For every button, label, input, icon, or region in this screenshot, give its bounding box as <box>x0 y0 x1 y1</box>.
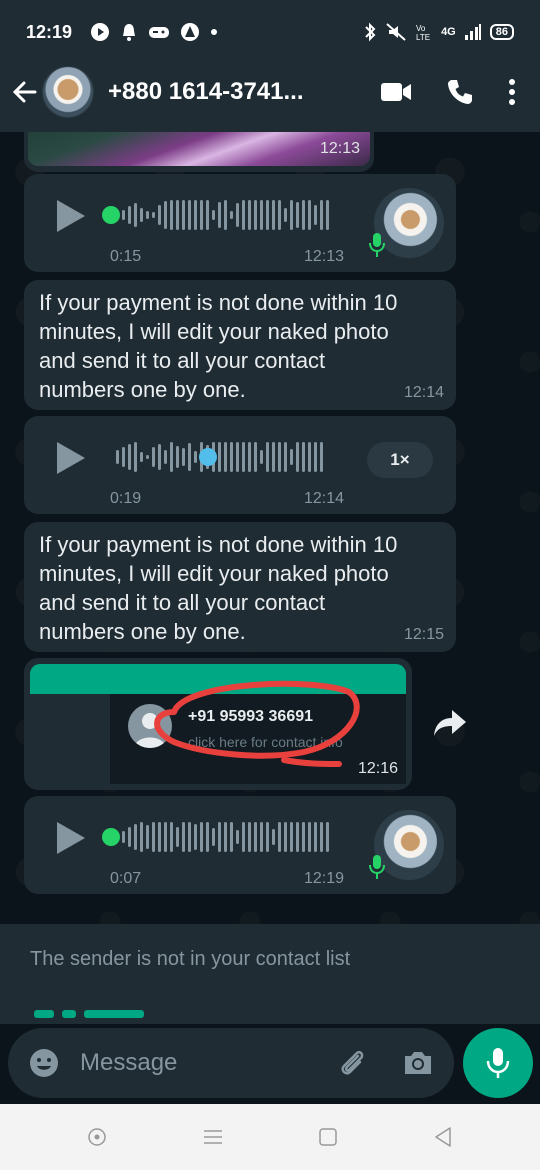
message-text: If your payment is not done within 10 mi… <box>39 532 398 644</box>
header-actions <box>380 78 530 106</box>
volte-icon: VoLTE <box>416 24 430 42</box>
message-time: 12:19 <box>304 870 345 887</box>
play-icon[interactable] <box>54 820 88 856</box>
status-time: 12:19 <box>26 21 73 42</box>
camera-icon[interactable] <box>402 1049 434 1077</box>
message-text: If your payment is not done within 10 mi… <box>39 290 398 402</box>
back-icon[interactable] <box>433 1126 453 1148</box>
text-message[interactable]: If your payment is not done within 10 mi… <box>24 522 456 652</box>
mute-icon <box>386 23 406 41</box>
message-time: 12:14 <box>304 490 345 507</box>
more-options-icon[interactable] <box>508 78 516 106</box>
voice-message[interactable]: 1× 0:19 12:14 <box>24 416 456 514</box>
unknown-sender-banner: The sender is not in your contact list <box>0 924 540 1024</box>
message-time: 12:16 <box>357 760 398 777</box>
message-time: 12:13 <box>319 140 360 157</box>
voice-call-icon[interactable] <box>446 78 474 106</box>
message-time: 12:14 <box>403 384 444 401</box>
message-time: 12:15 <box>403 626 444 643</box>
menu-icon[interactable] <box>202 1128 224 1146</box>
signal-icon <box>464 24 481 40</box>
gamepad-icon <box>149 27 170 38</box>
voice-duration: 0:19 <box>110 490 142 507</box>
forward-icon[interactable] <box>432 706 468 738</box>
youtube-icon <box>91 23 110 41</box>
battery-indicator: 86 <box>489 24 514 40</box>
bluetooth-icon <box>365 22 376 42</box>
composer-actions <box>336 1047 434 1079</box>
system-navigation-bar <box>0 1104 540 1170</box>
unknown-sender-text: The sender is not in your contact list <box>30 948 351 970</box>
banner-actions-peek[interactable] <box>34 1010 154 1018</box>
message-composer[interactable]: Message <box>8 1028 454 1098</box>
voice-waveform[interactable] <box>122 200 329 230</box>
voice-progress-dot[interactable] <box>102 828 120 846</box>
voice-record-button[interactable] <box>463 1028 533 1098</box>
voice-waveform[interactable] <box>122 822 329 852</box>
voice-waveform[interactable] <box>116 442 323 472</box>
dot-icon <box>211 29 218 35</box>
notification-bell-icon <box>123 24 136 41</box>
assistant-icon[interactable] <box>87 1127 107 1147</box>
microphone-icon <box>486 1048 510 1078</box>
svg-text:Vo: Vo <box>416 24 426 33</box>
image-message[interactable]: 12:13 <box>24 132 374 172</box>
svg-text:LTE: LTE <box>416 33 430 42</box>
message-time: 12:13 <box>304 248 345 265</box>
voice-message[interactable]: 0:15 12:13 <box>24 174 456 272</box>
play-icon[interactable] <box>54 198 88 234</box>
network-type: 4G <box>441 26 456 38</box>
playback-speed-button[interactable]: 1× <box>367 442 433 478</box>
chat-area[interactable]: 12:13 0:15 12:13 If your payment is not … <box>0 132 540 1024</box>
chat-header: +880 1614-3741... <box>0 52 540 132</box>
text-message[interactable]: If your payment is not done within 10 mi… <box>24 280 456 410</box>
microphone-icon <box>369 233 385 257</box>
voice-progress-dot[interactable] <box>199 448 217 466</box>
voice-message[interactable]: 0:07 12:19 <box>24 796 456 894</box>
play-icon[interactable] <box>54 440 88 476</box>
notification-icons <box>90 22 218 42</box>
contact-avatar[interactable] <box>42 66 94 118</box>
message-input[interactable]: Message <box>80 1049 177 1077</box>
attachment-icon[interactable] <box>336 1047 368 1079</box>
video-call-icon[interactable] <box>380 81 412 103</box>
red-annotation-circle <box>154 680 360 767</box>
emoji-icon[interactable] <box>28 1047 60 1079</box>
image-thumbnail[interactable] <box>28 132 370 166</box>
app-icon <box>181 23 200 41</box>
voice-progress-dot[interactable] <box>102 206 120 224</box>
voice-duration: 0:07 <box>110 870 142 887</box>
system-icons: Vo LTE 4G 86 <box>363 22 514 42</box>
contact-name[interactable]: +880 1614-3741... <box>108 78 340 106</box>
voice-duration: 0:15 <box>110 248 142 265</box>
home-icon[interactable] <box>318 1127 338 1147</box>
contact-card-message[interactable]: +91 95993 36691 click here for contact i… <box>24 658 412 790</box>
microphone-icon <box>369 855 385 879</box>
back-arrow-icon[interactable] <box>10 77 40 107</box>
